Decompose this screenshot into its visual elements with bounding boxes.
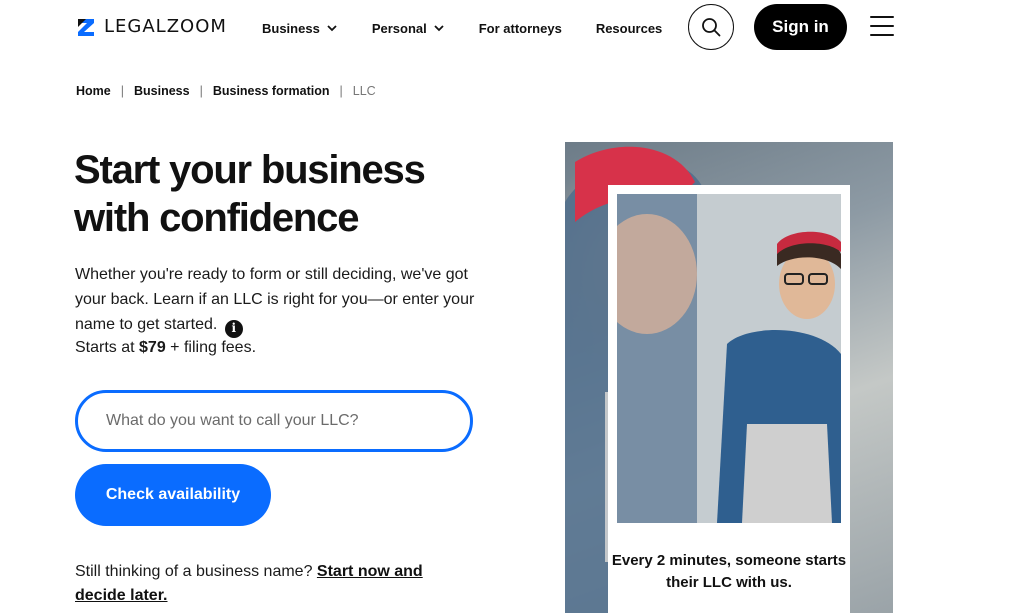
- nav-item-label: Resources: [595, 20, 663, 36]
- sign-in-button[interactable]: Sign in: [754, 4, 847, 50]
- llc-name-input[interactable]: [75, 390, 473, 452]
- nav-item-resources[interactable]: Resources: [596, 21, 662, 36]
- chevron-down-icon: [327, 25, 337, 32]
- menu-bar: [870, 16, 894, 18]
- breadcrumb-current-llc: LLC: [352, 84, 376, 98]
- main-nav: Business Personal For attorneys Resource…: [262, 0, 696, 56]
- menu-bar: [870, 25, 894, 27]
- price-value: $79: [139, 339, 166, 356]
- photo-caption: Every 2 minutes, someone starts their LL…: [611, 552, 847, 591]
- person-right-image: [617, 194, 841, 523]
- breadcrumb-separator: |: [120, 84, 124, 98]
- search-button[interactable]: [688, 4, 734, 50]
- hamburger-menu-icon[interactable]: [870, 16, 894, 36]
- nav-item-label: Personal: [371, 20, 427, 36]
- breadcrumb: Home | Business | Business formation | L…: [76, 84, 376, 98]
- breadcrumb-business[interactable]: Business: [134, 84, 190, 98]
- price-prefix: Starts at: [75, 339, 140, 356]
- logo[interactable]: LEGALZOOM: [76, 16, 227, 37]
- chevron-down-icon: [434, 25, 444, 32]
- search-icon: [702, 18, 721, 37]
- nav-item-label: Business: [262, 20, 320, 36]
- nav-item-business[interactable]: Business: [262, 21, 338, 36]
- info-icon[interactable]: i: [224, 319, 243, 338]
- breadcrumb-separator: |: [339, 84, 343, 98]
- legalzoom-z-logo-icon: [76, 17, 96, 37]
- breadcrumb-home[interactable]: Home: [76, 84, 111, 98]
- hero-photo: Every 2 minutes, someone starts their LL…: [565, 142, 893, 613]
- hero-description: Whether you're ready to form or still de…: [75, 262, 475, 338]
- nav-item-for-attorneys[interactable]: For attorneys: [479, 21, 562, 36]
- caption-box: Every 2 minutes, someone starts their LL…: [608, 532, 850, 613]
- menu-bar: [870, 34, 894, 36]
- check-availability-button[interactable]: Check availability: [75, 464, 271, 526]
- nav-item-label: For attorneys: [478, 20, 562, 36]
- price-suffix: + filing fees.: [165, 339, 257, 356]
- hero-description-text: Whether you're ready to form or still de…: [75, 266, 475, 333]
- breadcrumb-separator: |: [199, 84, 203, 98]
- still-thinking-label: Still thinking of a business name?: [75, 563, 317, 580]
- site-header: LEGALZOOM Business Personal For attorney…: [0, 0, 1024, 56]
- breadcrumb-business-formation[interactable]: Business formation: [213, 84, 330, 98]
- nav-item-personal[interactable]: Personal: [372, 21, 445, 36]
- price-line: Starts at $79 + filing fees.: [75, 337, 256, 359]
- logo-text: LEGALZOOM: [104, 16, 227, 37]
- page-title: Start your business with confidence: [74, 148, 426, 240]
- photo-frame: [608, 185, 850, 532]
- still-thinking-text: Still thinking of a business name? Start…: [75, 560, 465, 608]
